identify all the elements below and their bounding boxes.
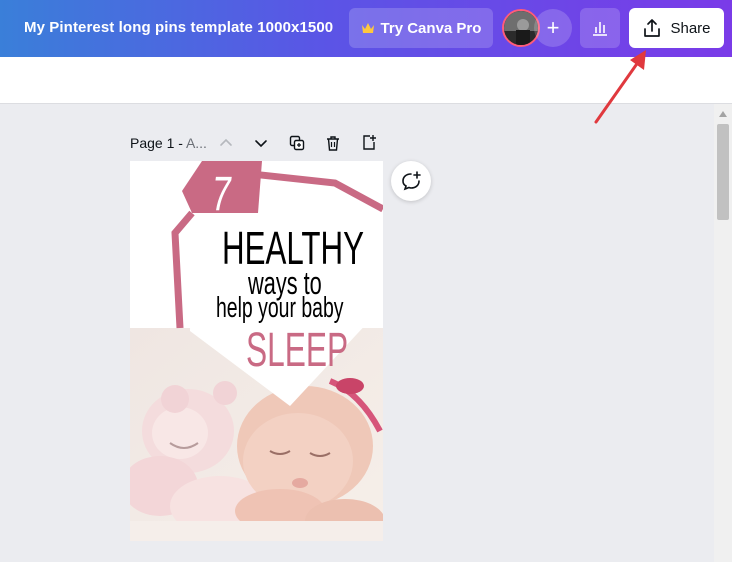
duplicate-icon[interactable] [287,133,307,153]
upload-icon [644,19,661,37]
share-label: Share [670,19,711,37]
editor-toolbar [0,57,732,104]
scrollbar-thumb[interactable] [717,124,729,220]
design-text-help-your-baby[interactable]: help your baby [216,293,343,323]
insights-button[interactable] [580,8,620,48]
plus-icon: + [546,15,560,40]
page-title-input[interactable]: A... [186,135,207,151]
add-page-icon[interactable] [359,132,379,152]
try-canva-pro-label: Try Canva Pro [380,19,482,37]
document-title[interactable]: My Pinterest long pins template 1000x150… [24,19,333,36]
trash-icon[interactable] [323,133,343,153]
chevron-down-icon[interactable] [251,133,271,153]
crown-icon [361,23,374,33]
add-collaborator-button[interactable]: + [534,9,572,47]
design-page[interactable]: 7 HEALTHY ways to help your baby SLEEP [130,161,383,541]
vertical-scrollbar[interactable] [714,104,732,562]
page-label[interactable]: Page 1 - [130,135,183,151]
chevron-up-icon[interactable] [216,133,236,153]
comment-add-icon [402,171,421,191]
design-number[interactable]: 7 [212,167,231,222]
add-comment-button[interactable] [391,161,431,201]
try-canva-pro-button[interactable]: Try Canva Pro [349,8,493,48]
scroll-up-arrow-icon[interactable] [714,108,732,120]
design-heading-sleep[interactable]: SLEEP [246,327,348,375]
bar-chart-icon [593,22,607,36]
share-button[interactable]: Share [629,8,724,48]
top-header: My Pinterest long pins template 1000x150… [0,0,732,57]
